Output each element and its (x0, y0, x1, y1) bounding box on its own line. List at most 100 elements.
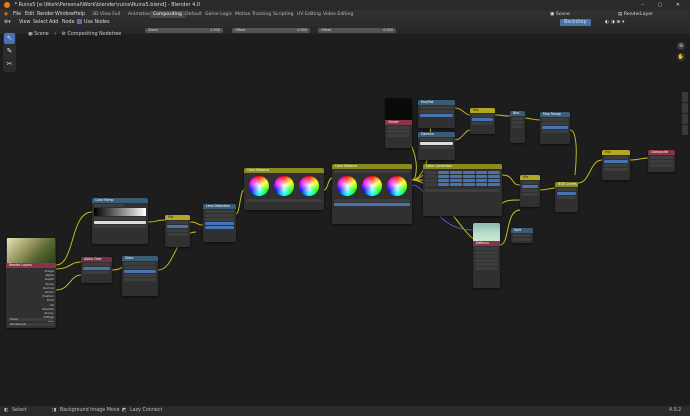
mix-1-mode[interactable] (167, 221, 188, 224)
mix-2-mode[interactable] (472, 114, 493, 117)
gamma-mode[interactable] (420, 138, 453, 141)
gain-wheel[interactable] (298, 176, 319, 196)
map-range-header[interactable]: Map Range (540, 112, 570, 117)
alpha-over-header[interactable]: Alpha Over (81, 257, 112, 262)
cc-cell[interactable] (463, 175, 475, 178)
glare-header[interactable]: Glare (122, 256, 158, 261)
rgb-curves-header[interactable]: RGB Curves (555, 182, 578, 187)
defocus-row-2[interactable] (475, 251, 498, 254)
cc-cell[interactable] (475, 183, 488, 186)
glare-threshold[interactable] (124, 274, 156, 277)
node-render-layers[interactable]: Render Layers Image Alpha Depth Noise No… (6, 238, 56, 328)
node-mix-2[interactable]: Mix (470, 108, 495, 134)
viewer-zoom[interactable] (387, 134, 410, 137)
lens-distort[interactable] (205, 222, 234, 225)
mix-2-a[interactable] (472, 122, 493, 125)
mix-1-a[interactable] (167, 229, 188, 232)
gamma-value[interactable] (420, 146, 453, 149)
cc-cell[interactable] (425, 179, 437, 182)
composite-header[interactable]: Composite (648, 150, 675, 155)
composite-alpha[interactable] (650, 164, 673, 167)
lens-projector[interactable] (205, 210, 234, 213)
cc-cell[interactable] (488, 175, 500, 178)
cc-cell[interactable] (463, 171, 475, 174)
cc-cell[interactable] (437, 175, 450, 178)
composite-image[interactable] (650, 160, 673, 163)
gamma-header[interactable]: Gamma (418, 132, 455, 137)
color-ramp-header[interactable]: Color Ramp (92, 198, 148, 203)
hue-sat-val[interactable] (420, 114, 453, 117)
node-mix-4[interactable]: Mix (602, 150, 630, 180)
ramp-pos[interactable] (94, 217, 146, 220)
mix-3-fac[interactable] (522, 185, 538, 188)
map-range-clamp[interactable] (542, 130, 568, 133)
node-defocus[interactable]: Defocus (473, 223, 500, 288)
gamma-color[interactable] (420, 142, 453, 145)
cc-cell[interactable] (488, 179, 500, 182)
rgb-curves-image[interactable] (557, 196, 576, 199)
ramp-color[interactable] (94, 221, 146, 224)
cc-cell[interactable] (450, 183, 462, 186)
cc-cell[interactable] (475, 171, 488, 174)
cc-cell[interactable] (450, 171, 462, 174)
lens-dispersion[interactable] (205, 226, 234, 229)
lens-fit[interactable] (205, 218, 234, 221)
ramp-gradient-bar[interactable] (94, 208, 146, 216)
ramp-mode[interactable] (94, 204, 124, 207)
cc-cell[interactable] (488, 183, 500, 186)
render-layers-header[interactable]: Render Layers (6, 263, 56, 268)
color-balance-2-fac[interactable] (334, 203, 410, 206)
node-color-balance[interactable]: Color Balance (244, 168, 324, 210)
map-range-from[interactable] (542, 118, 568, 121)
mix-4-a[interactable] (604, 164, 628, 167)
cc-cell[interactable] (475, 175, 488, 178)
cc-mask[interactable] (425, 189, 500, 192)
hue-sat-hue[interactable] (420, 106, 453, 109)
map-range-fac[interactable] (542, 126, 568, 129)
color-balance-2-header[interactable]: Color Balance (332, 164, 412, 169)
mix-4-mode[interactable] (604, 156, 628, 159)
node-blur[interactable]: Blur (510, 111, 525, 143)
defocus-row-5[interactable] (475, 263, 498, 266)
defocus-row-6[interactable] (475, 267, 498, 270)
glare-quality[interactable] (124, 266, 156, 269)
cc-cell[interactable] (437, 183, 450, 186)
lift-wheel[interactable] (249, 176, 270, 196)
mix-4-fac[interactable] (604, 160, 628, 163)
node-color-correction[interactable]: Color Correction (423, 164, 502, 216)
offset-wheel[interactable] (337, 176, 358, 196)
cc-cell[interactable] (450, 175, 462, 178)
mix-1-fac[interactable] (167, 225, 188, 228)
mix-3-header[interactable]: Mix (520, 175, 540, 180)
node-map-range[interactable]: Map Range (540, 112, 570, 144)
node-alpha-over[interactable]: Alpha Over (81, 257, 112, 283)
hue-sat-header[interactable]: Hue/Sat (418, 100, 455, 105)
cc-cell[interactable] (450, 179, 462, 182)
blur-header[interactable]: Blur (510, 111, 525, 116)
defocus-row-4[interactable] (475, 259, 498, 262)
viewer-header[interactable]: Viewer (385, 120, 412, 125)
defocus-row-3[interactable] (475, 255, 498, 258)
blur-x[interactable] (512, 121, 523, 124)
mix-2-header[interactable]: Mix (470, 108, 495, 113)
cc-cell[interactable] (488, 171, 500, 174)
node-color-ramp[interactable]: Color Ramp (92, 198, 148, 244)
scene-field[interactable]: Scene (8, 318, 54, 321)
mix-3-mode[interactable] (522, 181, 538, 184)
node-hue-sat[interactable]: Hue/Sat (418, 100, 455, 128)
composite-use-alpha[interactable] (650, 156, 673, 159)
node-viewer[interactable]: Viewer (385, 98, 412, 148)
alpha-over-fac[interactable] (83, 267, 110, 270)
rgb-curves-fac[interactable] (557, 192, 576, 195)
color-balance-fac[interactable] (246, 199, 322, 202)
split-axis[interactable] (513, 238, 531, 241)
mix-4-b[interactable] (604, 168, 628, 171)
cc-cell[interactable] (425, 171, 437, 174)
color-balance-2-basis[interactable] (334, 199, 410, 202)
cc-cell[interactable] (437, 179, 450, 182)
power-wheel[interactable] (361, 176, 382, 196)
node-mix-1[interactable]: Mix (165, 215, 190, 247)
mix-1-header[interactable]: Mix (165, 215, 190, 220)
node-gamma[interactable]: Gamma (418, 132, 455, 160)
cc-cell[interactable] (463, 183, 475, 186)
